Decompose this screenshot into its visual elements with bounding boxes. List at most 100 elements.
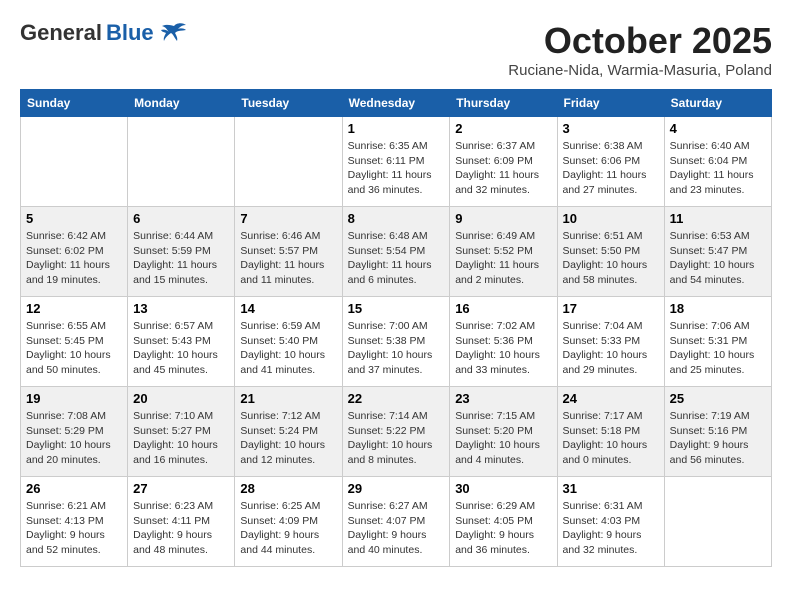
calendar-cell: 20 Sunrise: 7:10 AM Sunset: 5:27 PM Dayli… bbox=[128, 387, 235, 477]
calendar-cell: 21 Sunrise: 7:12 AM Sunset: 5:24 PM Dayli… bbox=[235, 387, 342, 477]
calendar-cell: 7Sunrise: 6:46 AM Sunset: 5:57 PM Daylig… bbox=[235, 207, 342, 297]
calendar-week-row: 26Sunrise: 6:21 AM Sunset: 4:13 PM Dayli… bbox=[21, 477, 772, 567]
calendar-cell: 18Sunrise: 7:06 AM Sunset: 5:31 PM Dayli… bbox=[664, 297, 771, 387]
day-info: Sunrise: 7:15 AM Sunset: 5:20 PM Dayligh… bbox=[455, 409, 551, 468]
day-info: Sunrise: 6:51 AM Sunset: 5:50 PM Dayligh… bbox=[563, 229, 659, 288]
page-header: General Blue October 2025 Ruciane-Nida, … bbox=[20, 20, 772, 79]
calendar-cell: 24Sunrise: 7:17 AM Sunset: 5:18 PM Dayli… bbox=[557, 387, 664, 477]
logo-general: General bbox=[20, 20, 102, 46]
title-block: October 2025 Ruciane-Nida, Warmia-Masuri… bbox=[508, 20, 772, 79]
day-info: Sunrise: 6:23 AM Sunset: 4:11 PM Dayligh… bbox=[133, 499, 229, 558]
day-info: Sunrise: 6:21 AM Sunset: 4:13 PM Dayligh… bbox=[26, 499, 122, 558]
month-title: October 2025 bbox=[508, 20, 772, 62]
calendar-cell: 2 Sunrise: 6:37 AM Sunset: 6:09 PM Daylig… bbox=[450, 117, 557, 207]
day-number: 15 bbox=[348, 301, 445, 316]
weekday-header-friday: Friday bbox=[557, 90, 664, 117]
calendar-week-row: 19 Sunrise: 7:08 AM Sunset: 5:29 PM Dayli… bbox=[21, 387, 772, 477]
day-number: 30 bbox=[455, 481, 551, 496]
day-number: 21 bbox=[240, 391, 336, 406]
calendar-cell: 29 Sunrise: 6:27 AM Sunset: 4:07 PM Dayli… bbox=[342, 477, 450, 567]
day-number: 24 bbox=[563, 391, 659, 406]
calendar-cell: 15 Sunrise: 7:00 AM Sunset: 5:38 PM Dayli… bbox=[342, 297, 450, 387]
day-number: 8 bbox=[348, 211, 445, 226]
calendar-cell bbox=[21, 117, 128, 207]
day-info: Sunrise: 6:29 AM Sunset: 4:05 PM Dayligh… bbox=[455, 499, 551, 558]
day-number: 22 bbox=[348, 391, 445, 406]
day-info: Sunrise: 6:35 AM Sunset: 6:11 PM Dayligh… bbox=[348, 139, 445, 198]
day-info: Sunrise: 7:10 AM Sunset: 5:27 PM Dayligh… bbox=[133, 409, 229, 468]
day-info: Sunrise: 6:37 AM Sunset: 6:09 PM Dayligh… bbox=[455, 139, 551, 198]
logo: General Blue bbox=[20, 20, 188, 46]
calendar-table: SundayMondayTuesdayWednesdayThursdayFrid… bbox=[20, 89, 772, 567]
day-info: Sunrise: 6:27 AM Sunset: 4:07 PM Dayligh… bbox=[348, 499, 445, 558]
day-info: Sunrise: 6:42 AM Sunset: 6:02 PM Dayligh… bbox=[26, 229, 122, 288]
day-number: 17 bbox=[563, 301, 659, 316]
day-number: 1 bbox=[348, 121, 445, 136]
calendar-week-row: 12 Sunrise: 6:55 AM Sunset: 5:45 PM Dayli… bbox=[21, 297, 772, 387]
calendar-cell: 22 Sunrise: 7:14 AM Sunset: 5:22 PM Dayli… bbox=[342, 387, 450, 477]
day-info: Sunrise: 7:02 AM Sunset: 5:36 PM Dayligh… bbox=[455, 319, 551, 378]
calendar-week-row: 1 Sunrise: 6:35 AM Sunset: 6:11 PM Daylig… bbox=[21, 117, 772, 207]
calendar-cell: 4Sunrise: 6:40 AM Sunset: 6:04 PM Daylig… bbox=[664, 117, 771, 207]
day-info: Sunrise: 6:38 AM Sunset: 6:06 PM Dayligh… bbox=[563, 139, 659, 198]
day-number: 14 bbox=[240, 301, 336, 316]
weekday-header-tuesday: Tuesday bbox=[235, 90, 342, 117]
day-info: Sunrise: 6:46 AM Sunset: 5:57 PM Dayligh… bbox=[240, 229, 336, 288]
calendar-cell: 1 Sunrise: 6:35 AM Sunset: 6:11 PM Daylig… bbox=[342, 117, 450, 207]
day-number: 18 bbox=[670, 301, 766, 316]
day-info: Sunrise: 7:04 AM Sunset: 5:33 PM Dayligh… bbox=[563, 319, 659, 378]
day-info: Sunrise: 6:44 AM Sunset: 5:59 PM Dayligh… bbox=[133, 229, 229, 288]
day-number: 3 bbox=[563, 121, 659, 136]
calendar-cell: 5 Sunrise: 6:42 AM Sunset: 6:02 PM Daylig… bbox=[21, 207, 128, 297]
day-number: 16 bbox=[455, 301, 551, 316]
calendar-cell: 13 Sunrise: 6:57 AM Sunset: 5:43 PM Dayli… bbox=[128, 297, 235, 387]
calendar-cell: 17 Sunrise: 7:04 AM Sunset: 5:33 PM Dayli… bbox=[557, 297, 664, 387]
day-number: 12 bbox=[26, 301, 122, 316]
calendar-cell: 9Sunrise: 6:49 AM Sunset: 5:52 PM Daylig… bbox=[450, 207, 557, 297]
day-number: 5 bbox=[26, 211, 122, 226]
day-info: Sunrise: 6:55 AM Sunset: 5:45 PM Dayligh… bbox=[26, 319, 122, 378]
day-number: 9 bbox=[455, 211, 551, 226]
day-number: 11 bbox=[670, 211, 766, 226]
day-number: 29 bbox=[348, 481, 445, 496]
calendar-cell: 28Sunrise: 6:25 AM Sunset: 4:09 PM Dayli… bbox=[235, 477, 342, 567]
calendar-cell bbox=[235, 117, 342, 207]
day-number: 27 bbox=[133, 481, 229, 496]
calendar-cell: 10Sunrise: 6:51 AM Sunset: 5:50 PM Dayli… bbox=[557, 207, 664, 297]
calendar-cell: 26Sunrise: 6:21 AM Sunset: 4:13 PM Dayli… bbox=[21, 477, 128, 567]
day-number: 19 bbox=[26, 391, 122, 406]
weekday-header-sunday: Sunday bbox=[21, 90, 128, 117]
calendar-cell: 30 Sunrise: 6:29 AM Sunset: 4:05 PM Dayli… bbox=[450, 477, 557, 567]
weekday-header-wednesday: Wednesday bbox=[342, 90, 450, 117]
day-number: 31 bbox=[563, 481, 659, 496]
weekday-header-monday: Monday bbox=[128, 90, 235, 117]
calendar-cell: 14 Sunrise: 6:59 AM Sunset: 5:40 PM Dayli… bbox=[235, 297, 342, 387]
day-number: 13 bbox=[133, 301, 229, 316]
day-info: Sunrise: 6:59 AM Sunset: 5:40 PM Dayligh… bbox=[240, 319, 336, 378]
day-info: Sunrise: 7:12 AM Sunset: 5:24 PM Dayligh… bbox=[240, 409, 336, 468]
calendar-cell: 31Sunrise: 6:31 AM Sunset: 4:03 PM Dayli… bbox=[557, 477, 664, 567]
day-number: 23 bbox=[455, 391, 551, 406]
calendar-cell: 6Sunrise: 6:44 AM Sunset: 5:59 PM Daylig… bbox=[128, 207, 235, 297]
logo-blue: Blue bbox=[106, 20, 154, 46]
calendar-week-row: 5 Sunrise: 6:42 AM Sunset: 6:02 PM Daylig… bbox=[21, 207, 772, 297]
weekday-header-saturday: Saturday bbox=[664, 90, 771, 117]
day-number: 2 bbox=[455, 121, 551, 136]
calendar-cell: 16 Sunrise: 7:02 AM Sunset: 5:36 PM Dayli… bbox=[450, 297, 557, 387]
weekday-header-row: SundayMondayTuesdayWednesdayThursdayFrid… bbox=[21, 90, 772, 117]
day-info: Sunrise: 6:25 AM Sunset: 4:09 PM Dayligh… bbox=[240, 499, 336, 558]
day-info: Sunrise: 6:53 AM Sunset: 5:47 PM Dayligh… bbox=[670, 229, 766, 288]
day-info: Sunrise: 7:08 AM Sunset: 5:29 PM Dayligh… bbox=[26, 409, 122, 468]
calendar-cell: 3 Sunrise: 6:38 AM Sunset: 6:06 PM Daylig… bbox=[557, 117, 664, 207]
day-info: Sunrise: 6:57 AM Sunset: 5:43 PM Dayligh… bbox=[133, 319, 229, 378]
calendar-cell: 19 Sunrise: 7:08 AM Sunset: 5:29 PM Dayli… bbox=[21, 387, 128, 477]
calendar-cell: 8Sunrise: 6:48 AM Sunset: 5:54 PM Daylig… bbox=[342, 207, 450, 297]
day-info: Sunrise: 7:14 AM Sunset: 5:22 PM Dayligh… bbox=[348, 409, 445, 468]
calendar-cell bbox=[128, 117, 235, 207]
day-info: Sunrise: 7:00 AM Sunset: 5:38 PM Dayligh… bbox=[348, 319, 445, 378]
calendar-cell: 27 Sunrise: 6:23 AM Sunset: 4:11 PM Dayli… bbox=[128, 477, 235, 567]
day-number: 20 bbox=[133, 391, 229, 406]
calendar-cell bbox=[664, 477, 771, 567]
day-info: Sunrise: 7:19 AM Sunset: 5:16 PM Dayligh… bbox=[670, 409, 766, 468]
calendar-cell: 11 Sunrise: 6:53 AM Sunset: 5:47 PM Dayli… bbox=[664, 207, 771, 297]
